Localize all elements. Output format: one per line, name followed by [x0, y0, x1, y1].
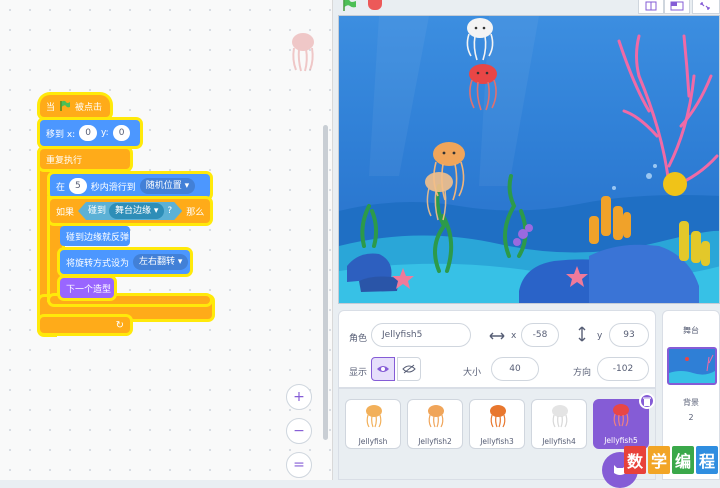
touching-q: ?: [167, 206, 173, 216]
jellyfish-sprite-icon: [366, 405, 382, 428]
stage[interactable]: [338, 15, 720, 304]
y-arrows-icon: [578, 326, 586, 342]
stage-thumbnail[interactable]: [667, 347, 717, 385]
sprite-card-jellyfish2[interactable]: Jellyfish2: [407, 399, 463, 449]
jellyfish-sprite-icon: [428, 405, 444, 428]
y-input[interactable]: 93: [609, 323, 649, 347]
rotation-label: 将旋转方式设为: [66, 258, 130, 269]
small-stage-button[interactable]: [638, 0, 664, 14]
watermark-char: 学: [648, 446, 670, 474]
rotation-dropdown[interactable]: 左右翻转 ▾: [133, 254, 189, 270]
show-visible-button[interactable]: [371, 357, 395, 381]
sprite-name: Jellyfish4: [542, 437, 576, 446]
goto-y-input[interactable]: 0: [112, 125, 131, 141]
jellyfish-sprite-icon: [490, 405, 506, 428]
fullscreen-icon: [700, 2, 710, 10]
when-flag-clicked-block[interactable]: 当 被点击: [40, 95, 110, 117]
delete-sprite-button[interactable]: [639, 393, 655, 409]
large-stage-button[interactable]: [664, 0, 690, 14]
touching-block[interactable]: 碰到 舞台边缘 ▾ ?: [78, 202, 182, 220]
stage-title: 舞台: [683, 326, 699, 335]
next-costume-label: 下一个造型: [66, 284, 112, 295]
x-input[interactable]: -58: [521, 323, 559, 347]
sprite-info-panel: 角色 Jellyfish5 x -58 y 93 显示 大小 40 方向 -10…: [338, 310, 656, 388]
current-sprite-thumbnail: [292, 33, 314, 72]
size-label: 大小: [463, 368, 482, 378]
stop-button[interactable]: [368, 0, 382, 10]
x-arrows-icon: [489, 332, 505, 340]
bounce-label: 碰到边缘就反弹: [66, 232, 130, 243]
large-stage-icon: [670, 1, 684, 11]
glide-target-dropdown[interactable]: 随机位置 ▾: [139, 178, 196, 194]
glide-prefix: 在: [56, 182, 66, 193]
direction-label: 方向: [573, 368, 592, 378]
forever-header: 重复执行: [40, 149, 130, 169]
forever-label: 重复执行: [46, 155, 83, 166]
small-stage-icon: [645, 1, 657, 11]
touching-label: 碰到: [88, 206, 107, 216]
sprite-card-jellyfish3[interactable]: Jellyfish3: [469, 399, 525, 449]
watermark-char: 编: [672, 446, 694, 474]
x-label: x: [511, 331, 517, 341]
green-flag-icon: [60, 100, 71, 111]
backdrop-label: 背景: [683, 398, 699, 407]
zoom-reset-button[interactable]: =: [286, 452, 312, 478]
backdrop-thumbnail: [669, 349, 715, 383]
jellyfish-sprite-icon: [552, 405, 568, 428]
zoom-out-button[interactable]: −: [286, 418, 312, 444]
zoom-in-icon: +: [293, 389, 305, 405]
loop-arrow-icon: ↻: [115, 319, 124, 331]
glide-secs-input[interactable]: 5: [69, 178, 87, 194]
if-then: 那么: [186, 207, 205, 218]
show-label: 显示: [349, 368, 368, 378]
glide-to-block[interactable]: 在 5 秒内滑行到 随机位置 ▾: [50, 174, 210, 198]
sprite-name: Jellyfish: [358, 437, 388, 446]
underwater-backdrop: [339, 16, 719, 303]
zoom-in-button[interactable]: +: [286, 384, 312, 410]
trash-icon: [643, 397, 651, 406]
set-rotation-block[interactable]: 将旋转方式设为 左右翻转 ▾: [60, 250, 190, 274]
size-input[interactable]: 40: [491, 357, 539, 381]
eye-slash-icon: [402, 364, 416, 374]
green-flag-button[interactable]: [340, 0, 358, 11]
sprite-card-jellyfish4[interactable]: Jellyfish4: [531, 399, 587, 449]
if-header: 如果 碰到 舞台边缘 ▾ ? 那么: [50, 199, 210, 223]
goto-x-input[interactable]: 0: [79, 125, 97, 141]
direction-input[interactable]: -102: [597, 357, 649, 381]
sprite-name-label: 角色: [349, 334, 368, 344]
backdrop-count: 2: [688, 413, 694, 422]
bounce-block[interactable]: 碰到边缘就反弹: [60, 226, 130, 246]
y-label: y: [597, 331, 603, 341]
code-scrollbar[interactable]: [323, 125, 328, 440]
goto-xy-block[interactable]: 移到 x: 0 y: 0: [40, 120, 140, 146]
goto-y-label: y:: [100, 128, 109, 138]
watermark-char: 数: [624, 446, 646, 474]
zoom-out-icon: −: [293, 423, 305, 439]
hat-prefix: 当: [46, 102, 56, 113]
forever-bottom: ↻: [40, 317, 130, 333]
touching-target-dropdown[interactable]: 舞台边缘 ▾: [109, 203, 164, 219]
code-area[interactable]: 当 被点击 移到 x: 0 y: 0 重复执行 ↻ 在 5 秒内滑行到 随机位置…: [0, 0, 333, 480]
glide-middle: 秒内滑行到: [90, 182, 136, 193]
zoom-reset-icon: =: [293, 457, 305, 473]
watermark-logo: 数 学 编 程: [620, 440, 720, 480]
jellyfish-sprite-icon: [613, 404, 629, 427]
show-hidden-button[interactable]: [397, 357, 421, 381]
hat-suffix: 被点击: [75, 102, 103, 113]
sprite-card-jellyfish[interactable]: Jellyfish: [345, 399, 401, 449]
watermark-char: 程: [696, 446, 718, 474]
if-label: 如果: [56, 207, 75, 218]
sprite-name-input[interactable]: Jellyfish5: [371, 323, 471, 347]
fullscreen-button[interactable]: [692, 0, 720, 14]
sprite-name: Jellyfish3: [480, 437, 514, 446]
next-costume-block[interactable]: 下一个造型: [60, 278, 114, 298]
goto-label: 移到 x:: [46, 129, 76, 140]
eye-icon: [377, 366, 389, 372]
sprite-name: Jellyfish2: [418, 437, 452, 446]
